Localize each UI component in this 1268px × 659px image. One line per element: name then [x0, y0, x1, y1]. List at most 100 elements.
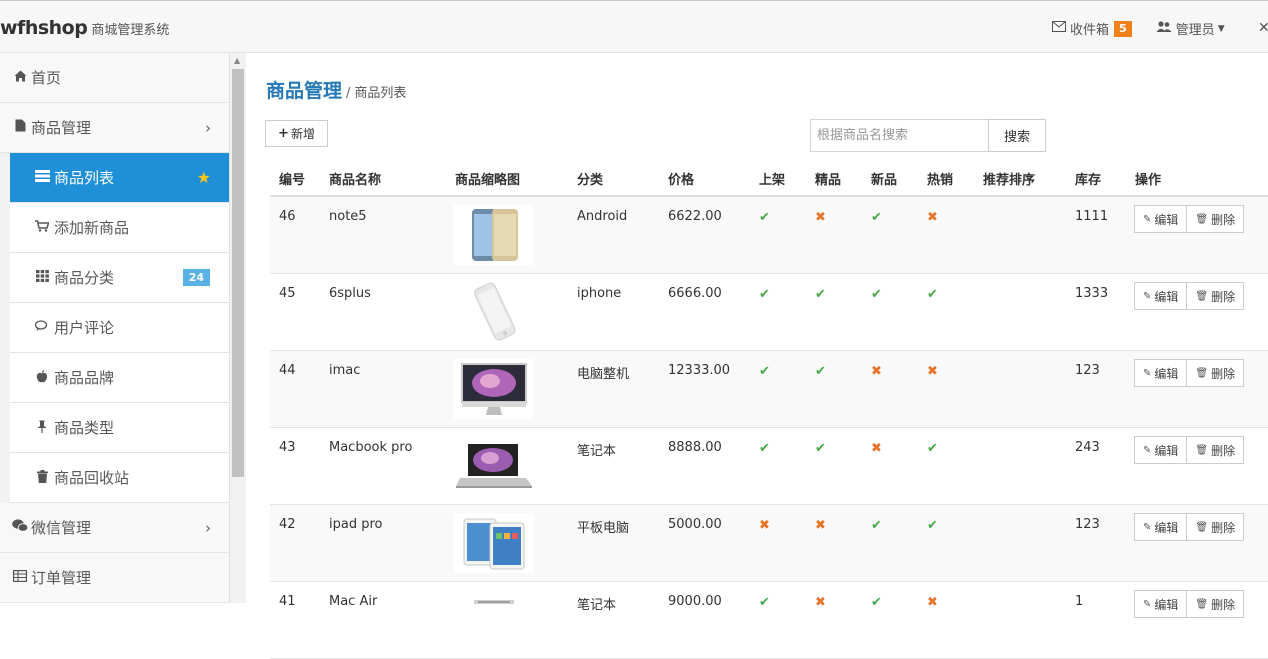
new-check-icon[interactable]: ✔: [871, 518, 882, 533]
sidebar-item-recycle[interactable]: 商品回收站: [10, 453, 229, 503]
new-cross-icon[interactable]: ✖: [871, 364, 882, 379]
cell-category: Android: [577, 209, 628, 224]
exit-icon[interactable]: ✕: [1258, 20, 1268, 36]
breadcrumb-main[interactable]: 商品管理: [266, 80, 342, 102]
sidebar-item-label: 首页: [31, 69, 62, 87]
trash-icon: [34, 469, 50, 486]
sidebar-item-comments[interactable]: 用户评论: [10, 303, 229, 353]
delete-button[interactable]: 🗑 删除: [1187, 590, 1245, 618]
grid-icon: [34, 270, 50, 285]
column-header: 分类: [577, 173, 604, 188]
brand-logo[interactable]: wfhshop: [0, 17, 88, 39]
best-check-icon[interactable]: ✔: [815, 364, 826, 379]
on-sale-check-icon[interactable]: ✔: [759, 210, 770, 225]
edit-button[interactable]: ✎ 编辑: [1134, 359, 1188, 387]
trash-icon: 🗑: [1195, 367, 1209, 379]
delete-button[interactable]: 🗑 删除: [1187, 513, 1245, 541]
on-sale-cross-icon[interactable]: ✖: [759, 518, 770, 533]
product-thumbnail: [454, 590, 534, 650]
delete-button[interactable]: 🗑 删除: [1187, 359, 1245, 387]
edit-button[interactable]: ✎ 编辑: [1134, 436, 1188, 464]
column-header: 商品缩略图: [455, 173, 521, 188]
breadcrumb: 商品管理 / 商品列表: [266, 76, 406, 103]
admin-menu[interactable]: 管理员 ▼: [1156, 19, 1225, 38]
cell-name: Macbook pro: [329, 440, 413, 455]
sidebar-item-brand[interactable]: 商品品牌: [10, 353, 229, 403]
plus-icon: +: [278, 126, 289, 141]
edit-icon: ✎: [1143, 367, 1152, 379]
chevron-right-icon: ›: [205, 518, 211, 537]
cell-id: 44: [279, 363, 296, 378]
edit-button[interactable]: ✎ 编辑: [1134, 282, 1188, 310]
scroll-up-arrow-icon[interactable]: ▲: [234, 56, 240, 65]
sidebar-item-category[interactable]: 商品分类 24: [10, 253, 229, 303]
sidebar-item-goods[interactable]: 商品管理 ›: [0, 103, 229, 153]
edit-button[interactable]: ✎ 编辑: [1134, 513, 1188, 541]
apple-icon: [34, 369, 50, 386]
sidebar: 首页 商品管理 › 商品列表 ★ 添加新商品 商品分类 24 用户评论 商品品牌…: [0, 53, 229, 603]
users-icon: [1156, 20, 1172, 37]
sidebar-scrollbar[interactable]: ▲: [229, 53, 246, 603]
product-thumbnail: [454, 513, 534, 573]
admin-label: 管理员: [1175, 23, 1215, 38]
search-input[interactable]: [810, 119, 989, 152]
delete-button[interactable]: 🗑 删除: [1187, 436, 1245, 464]
sidebar-item-goods-list[interactable]: 商品列表 ★: [10, 153, 229, 203]
hot-cross-icon[interactable]: ✖: [927, 364, 938, 379]
delete-label: 删除: [1211, 366, 1236, 381]
cell-name: Mac Air: [329, 594, 378, 609]
best-check-icon[interactable]: ✔: [815, 441, 826, 456]
sidebar-item-orders[interactable]: 订单管理: [0, 553, 229, 603]
sidebar-item-add-goods[interactable]: 添加新商品: [10, 203, 229, 253]
brand[interactable]: wfhshop 商城管理系统: [0, 17, 169, 39]
column-header: 库存: [1075, 173, 1102, 188]
search-button[interactable]: 搜索: [988, 119, 1046, 152]
new-cross-icon[interactable]: ✖: [871, 441, 882, 456]
edit-button[interactable]: ✎ 编辑: [1134, 590, 1188, 618]
cell-id: 42: [279, 517, 296, 532]
add-button-label: 新增: [290, 127, 315, 141]
delete-label: 删除: [1211, 289, 1236, 304]
cell-name: note5: [329, 209, 367, 224]
table-row: 42 ipad pro 平板电脑 5000.00 ✖ ✖ ✔ ✔ 123 ✎ 编辑 🗑 删除: [270, 505, 1268, 582]
new-check-icon[interactable]: ✔: [871, 210, 882, 225]
row-actions: ✎ 编辑 🗑 删除: [1134, 205, 1245, 233]
inbox-button[interactable]: 收件箱 5: [1052, 19, 1132, 38]
on-sale-check-icon[interactable]: ✔: [759, 364, 770, 379]
table-row: 45 6splus iphone 6666.00 ✔ ✔ ✔ ✔ 1333 ✎ 编辑 🗑 删除: [270, 274, 1268, 351]
trash-icon: 🗑: [1195, 521, 1209, 533]
hot-check-icon[interactable]: ✔: [927, 518, 938, 533]
cell-id: 46: [279, 209, 296, 224]
new-check-icon[interactable]: ✔: [871, 287, 882, 302]
sidebar-item-label: 商品列表: [54, 169, 115, 187]
sidebar-item-type[interactable]: 商品类型: [10, 403, 229, 453]
sidebar-item-wechat[interactable]: 微信管理 ›: [0, 503, 229, 553]
column-header: 上架: [759, 173, 786, 188]
scrollbar-thumb[interactable]: [232, 69, 244, 477]
breadcrumb-separator: /: [346, 86, 351, 101]
column-header: 热销: [927, 173, 954, 188]
add-goods-button[interactable]: + 新增: [265, 120, 328, 147]
best-check-icon[interactable]: ✔: [815, 287, 826, 302]
hot-check-icon[interactable]: ✔: [927, 441, 938, 456]
sidebar-item-home[interactable]: 首页: [0, 53, 229, 103]
column-header: 推荐排序: [983, 173, 1036, 188]
hot-cross-icon[interactable]: ✖: [927, 210, 938, 225]
delete-label: 删除: [1211, 597, 1236, 612]
on-sale-check-icon[interactable]: ✔: [759, 287, 770, 302]
trash-icon: 🗑: [1195, 444, 1209, 456]
cell-category: iphone: [577, 286, 622, 301]
best-cross-icon[interactable]: ✖: [815, 518, 826, 533]
delete-button[interactable]: 🗑 删除: [1187, 205, 1245, 233]
on-sale-check-icon[interactable]: ✔: [759, 441, 770, 456]
delete-button[interactable]: 🗑 删除: [1187, 282, 1245, 310]
edit-label: 编辑: [1154, 597, 1179, 612]
star-icon: ★: [196, 168, 211, 187]
row-actions: ✎ 编辑 🗑 删除: [1134, 590, 1245, 618]
trash-icon: 🗑: [1195, 213, 1209, 225]
best-cross-icon[interactable]: ✖: [815, 210, 826, 225]
cell-price: 9000.00: [668, 594, 722, 609]
edit-button[interactable]: ✎ 编辑: [1134, 205, 1188, 233]
hot-check-icon[interactable]: ✔: [927, 287, 938, 302]
cell-id: 45: [279, 286, 296, 301]
